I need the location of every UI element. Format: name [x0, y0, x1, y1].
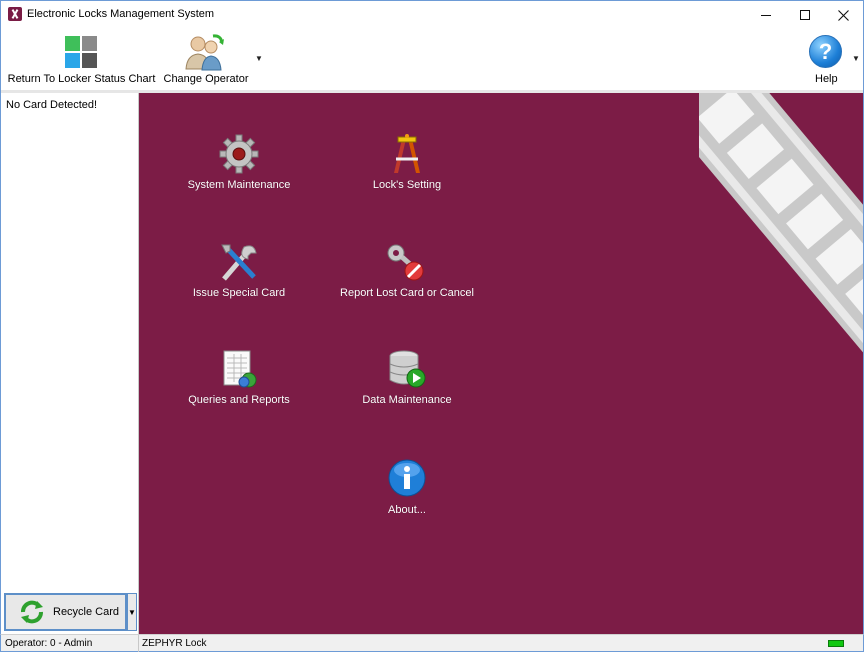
close-button[interactable] — [824, 1, 862, 29]
queries-and-reports-item[interactable]: Queries and Reports — [164, 348, 314, 406]
locker-grid-icon — [65, 36, 97, 68]
card-panel: No Card Detected! Recycle Card ▼ — [0, 93, 139, 634]
lock-barrier-icon — [394, 134, 420, 173]
report-lost-card-label: Report Lost Card or Cancel — [340, 287, 474, 299]
system-maintenance-label: System Maintenance — [187, 179, 291, 191]
maximize-icon — [800, 10, 810, 20]
minimize-button[interactable] — [747, 1, 785, 29]
change-operator-label: Change Operator — [163, 73, 249, 85]
status-divider — [138, 635, 139, 652]
gear-icon — [219, 134, 259, 174]
card-status-text: No Card Detected! — [6, 99, 98, 111]
app-logo-icon — [8, 7, 22, 21]
about-item[interactable]: About... — [332, 458, 482, 516]
issue-special-card-label: Issue Special Card — [192, 287, 286, 299]
help-dropdown[interactable]: ▼ — [852, 54, 860, 63]
return-to-locker-chart-button[interactable]: Return To Locker Status Chart — [7, 28, 156, 90]
help-icon: ? — [809, 35, 842, 68]
queries-and-reports-label: Queries and Reports — [188, 394, 290, 406]
change-operator-dropdown[interactable]: ▼ — [255, 54, 263, 63]
maximize-button[interactable] — [786, 1, 824, 29]
minimize-icon — [761, 14, 771, 16]
change-operator-button[interactable]: Change Operator — [161, 28, 251, 90]
tools-icon — [221, 244, 257, 281]
database-icon — [389, 350, 426, 388]
main-menu-area: System Maintenance Lock's Setting Issue … — [139, 93, 864, 634]
recycle-card-button[interactable]: Recycle Card — [4, 593, 127, 631]
return-to-locker-chart-label: Return To Locker Status Chart — [7, 73, 156, 85]
window-title: Electronic Locks Management System — [27, 8, 215, 20]
close-icon — [837, 9, 849, 21]
report-lost-card-item[interactable]: Report Lost Card or Cancel — [332, 241, 482, 299]
locks-setting-label: Lock's Setting — [372, 179, 442, 191]
toolbar: Return To Locker Status Chart Change Ope… — [0, 28, 864, 90]
issue-special-card-item[interactable]: Issue Special Card — [164, 241, 314, 299]
help-label: Help — [815, 73, 838, 85]
title-bar: Electronic Locks Management System — [0, 0, 864, 28]
data-maintenance-item[interactable]: Data Maintenance — [332, 348, 482, 406]
help-button[interactable]: ? Help — [801, 28, 849, 90]
connection-led-icon — [828, 640, 844, 647]
recycle-arrows-icon — [21, 600, 43, 624]
locks-setting-item[interactable]: Lock's Setting — [332, 133, 482, 191]
film-strip-decoration — [699, 93, 863, 353]
lock-type-status: ZEPHYR Lock — [142, 638, 207, 649]
status-bar: Operator: 0 - Admin ZEPHYR Lock — [0, 634, 864, 652]
info-icon — [388, 459, 426, 497]
operator-status: Operator: 0 - Admin — [5, 638, 93, 649]
key-cancel-icon — [387, 244, 424, 281]
change-operator-icon — [185, 34, 224, 71]
recycle-card-label: Recycle Card — [53, 606, 120, 618]
report-icon — [223, 350, 257, 388]
about-label: About... — [388, 504, 426, 516]
recycle-card-dropdown[interactable]: ▼ — [127, 593, 137, 631]
system-maintenance-item[interactable]: System Maintenance — [164, 133, 314, 191]
data-maintenance-label: Data Maintenance — [362, 394, 452, 406]
